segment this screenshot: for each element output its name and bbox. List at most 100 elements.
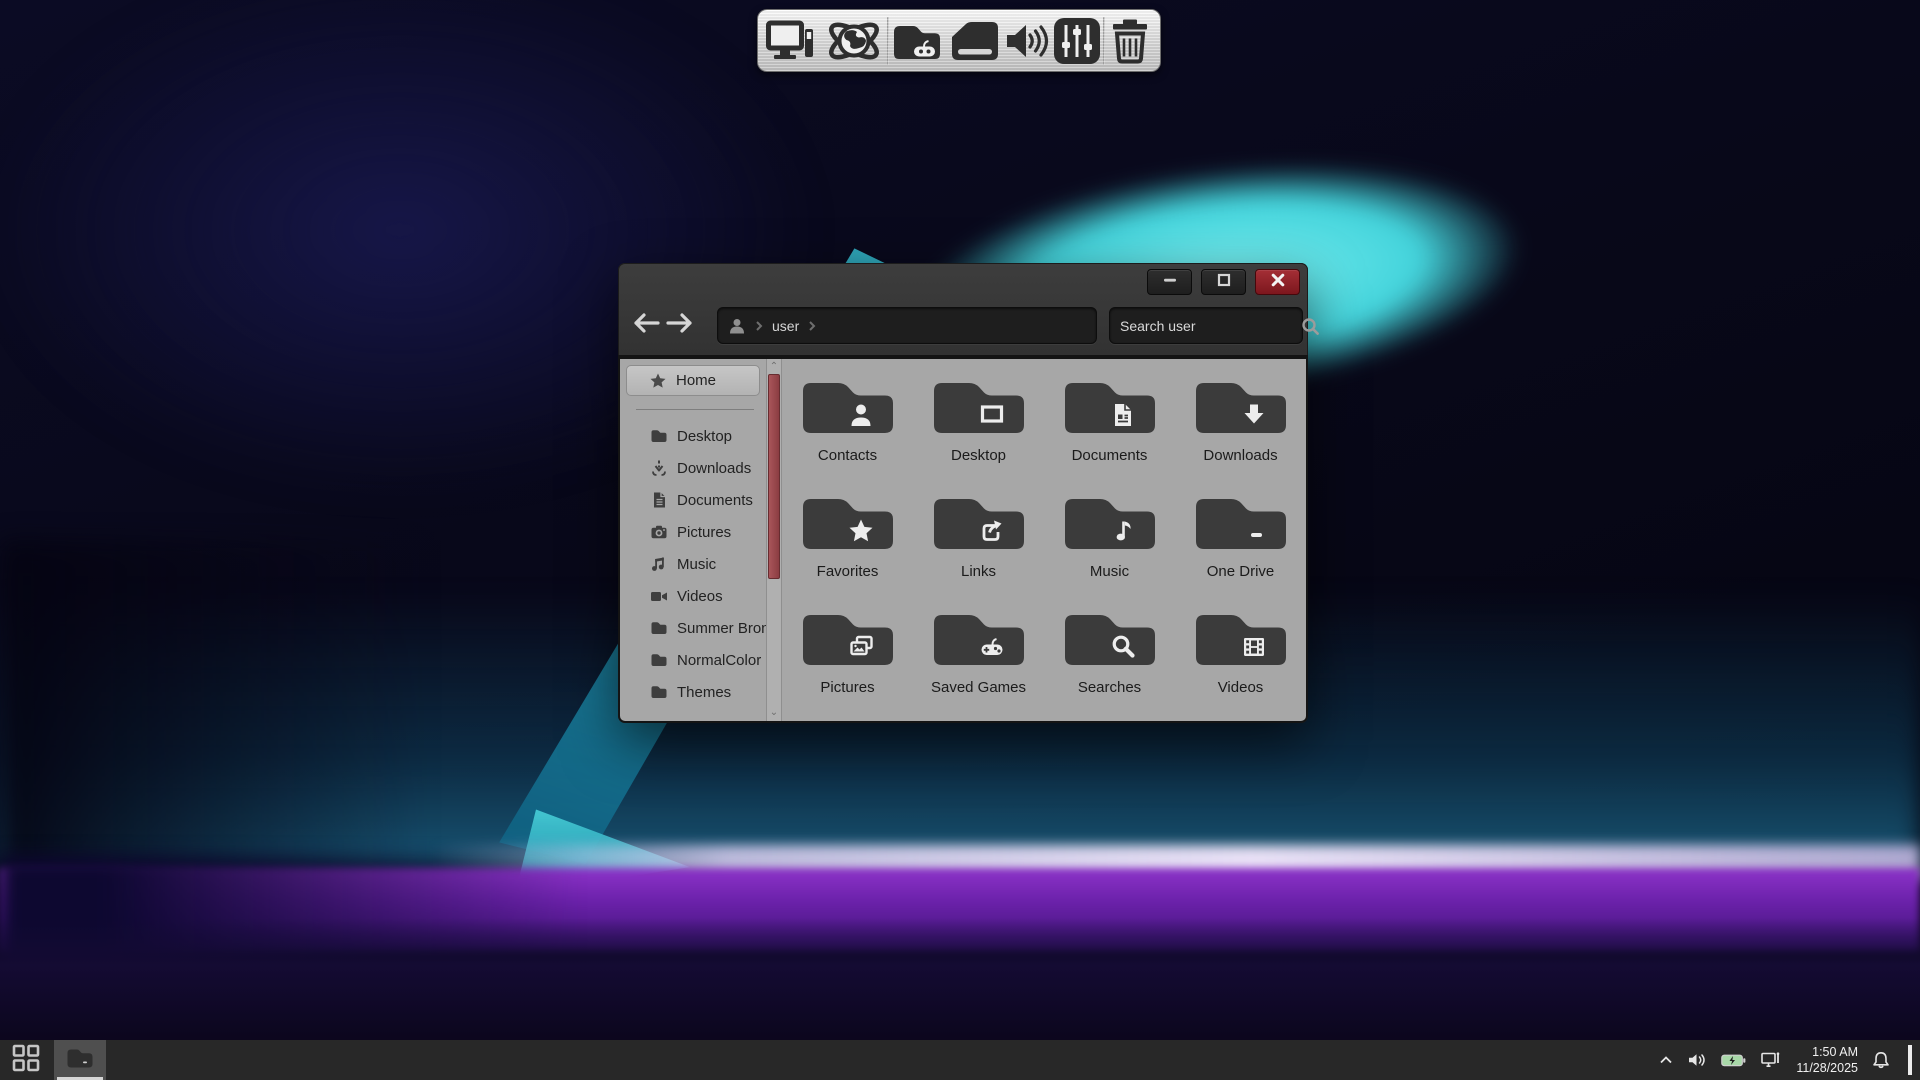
folder-grid: Contacts Desktop Documents Downloads Favorit… [782,359,1306,721]
sidebar-item-desktop[interactable]: Desktop [620,420,766,452]
folder-tile-links[interactable]: Links [917,493,1041,609]
tray-volume-icon[interactable] [1688,1053,1706,1067]
folder-tile-contacts[interactable]: Contacts [786,377,910,493]
tray-battery-icon[interactable] [1721,1054,1746,1067]
sidebar-item-label: Summer Bronze [677,620,766,637]
dock-item-disk-drive[interactable] [947,19,1001,63]
sidebar-item-home[interactable]: Home [626,365,760,396]
taskbar-clock[interactable]: 1:50 AM 11/28/2025 [1796,1044,1858,1077]
sidebar-item-summer-bronze[interactable]: Summer Bronze [620,612,766,644]
folder-label: Documents [1048,447,1172,464]
folder-icon [650,651,668,669]
document-icon [650,491,668,509]
wallpaper-purple-band [0,868,1920,952]
video-icon [650,587,668,605]
sidebar-item-downloads[interactable]: Downloads [620,452,766,484]
notifications-bell-icon[interactable] [1873,1051,1889,1069]
sidebar-item-videos[interactable]: Videos [620,580,766,612]
sidebar-item-pictures[interactable]: Pictures [620,516,766,548]
sidebar-item-documents[interactable]: Documents [620,484,766,516]
taskbar-file-explorer-button[interactable] [54,1040,106,1080]
breadcrumb-chevron-icon [808,320,816,332]
maximize-button[interactable] [1201,269,1246,295]
folder-tile-favorites[interactable]: Favorites [786,493,910,609]
scrollbar-up-arrow[interactable]: ⌃ [767,359,781,373]
search-box [1109,307,1303,344]
dock-item-trash[interactable] [1108,18,1152,64]
speaker-icon [1005,19,1049,63]
explorer-sidebar: Home DesktopDownloads Documents PicturesMus… [620,359,766,721]
folder-tile-documents[interactable]: Documents [1048,377,1172,493]
scrollbar-down-arrow[interactable]: ⌄ [767,705,781,719]
dock-separator [1103,17,1105,65]
minimize-icon [1162,272,1178,293]
folder-tile-saved-games[interactable]: Saved Games [917,609,1041,723]
computer-icon [766,19,820,63]
search-input[interactable] [1120,318,1301,334]
maximize-icon [1216,272,1232,293]
dock-item-globe-network[interactable] [824,16,884,66]
sidebar-item-normalcolor[interactable]: NormalColor [620,644,766,676]
star-icon [649,372,667,390]
dock-group [891,17,1101,65]
folder-arrow-down-icon [1191,421,1291,438]
dock-group [1108,18,1152,64]
tray-chevron-up-icon[interactable] [1659,1055,1673,1065]
explorer-content: HomeDesktopDownloadsDocumentsPicturesMus… [618,355,1308,723]
folder-tile-desktop[interactable]: Desktop [917,377,1041,493]
desktop-dock [757,9,1161,72]
folder-label: Searches [1048,679,1172,696]
dock-item-speaker[interactable] [1005,19,1049,63]
folder-label: One Drive [1179,563,1303,580]
file-explorer-window: user HomeDesktopDownloadsDocumentsPictur… [618,263,1308,723]
dock-separator [887,17,889,65]
sidebar-item-themes[interactable]: Themes [620,676,766,708]
search-magnifier-icon [1301,317,1319,335]
sidebar-item-label: Documents [677,492,753,509]
folder-doc-icon [1060,421,1160,438]
tray-display-pen-icon[interactable] [1761,1052,1781,1068]
breadcrumb-chevron-icon [755,320,763,332]
wallpaper-horizon-light [430,845,1920,880]
window-titlebar: user [618,263,1308,355]
folder-monitor-icon [929,421,1029,438]
folder-label: Saved Games [917,679,1041,696]
scrollbar-thumb[interactable] [768,374,780,579]
close-icon [1270,272,1286,293]
folder-games-icon [891,21,943,61]
forward-button[interactable] [665,312,695,338]
start-grid-icon [11,1043,41,1078]
wallpaper-cyan-triangle [515,798,690,894]
sidebar-scrollbar: ⌃ ⌄ [766,359,782,721]
sidebar-item-label: Home [676,372,716,389]
folder-tile-videos[interactable]: Videos [1179,609,1303,723]
dock-item-mixer[interactable] [1053,17,1101,65]
folder-tile-pictures[interactable]: Pictures [786,609,910,723]
back-button[interactable] [631,312,661,338]
folder-icon [650,619,668,637]
breadcrumb-segment-user[interactable]: user [772,318,799,334]
folder-tile-downloads[interactable]: Downloads [1179,377,1303,493]
minimize-button[interactable] [1147,269,1192,295]
folder-dash-icon [1191,537,1291,554]
forward-arrow-icon [666,312,694,339]
folder-tile-one-drive[interactable]: One Drive [1179,493,1303,609]
show-desktop-button[interactable] [1908,1045,1912,1075]
folder-share-icon [929,537,1029,554]
address-bar[interactable]: user [717,307,1097,344]
user-profile-icon [728,317,746,335]
folder-label: Desktop [917,447,1041,464]
folder-label: Downloads [1179,447,1303,464]
folder-tile-searches[interactable]: Searches [1048,609,1172,723]
dock-item-folder-games[interactable] [891,21,943,61]
dock-item-computer[interactable] [766,19,820,63]
folder-tile-music[interactable]: Music [1048,493,1172,609]
close-button[interactable] [1255,269,1300,295]
folder-film-icon [1191,653,1291,670]
clock-date: 11/28/2025 [1796,1060,1858,1077]
start-button[interactable] [0,1040,52,1080]
sidebar-item-music[interactable]: Music [620,548,766,580]
system-tray: 1:50 AM 11/28/2025 [1659,1040,1920,1080]
disk-drive-icon [947,19,1001,63]
folder-photos-icon [798,653,898,670]
